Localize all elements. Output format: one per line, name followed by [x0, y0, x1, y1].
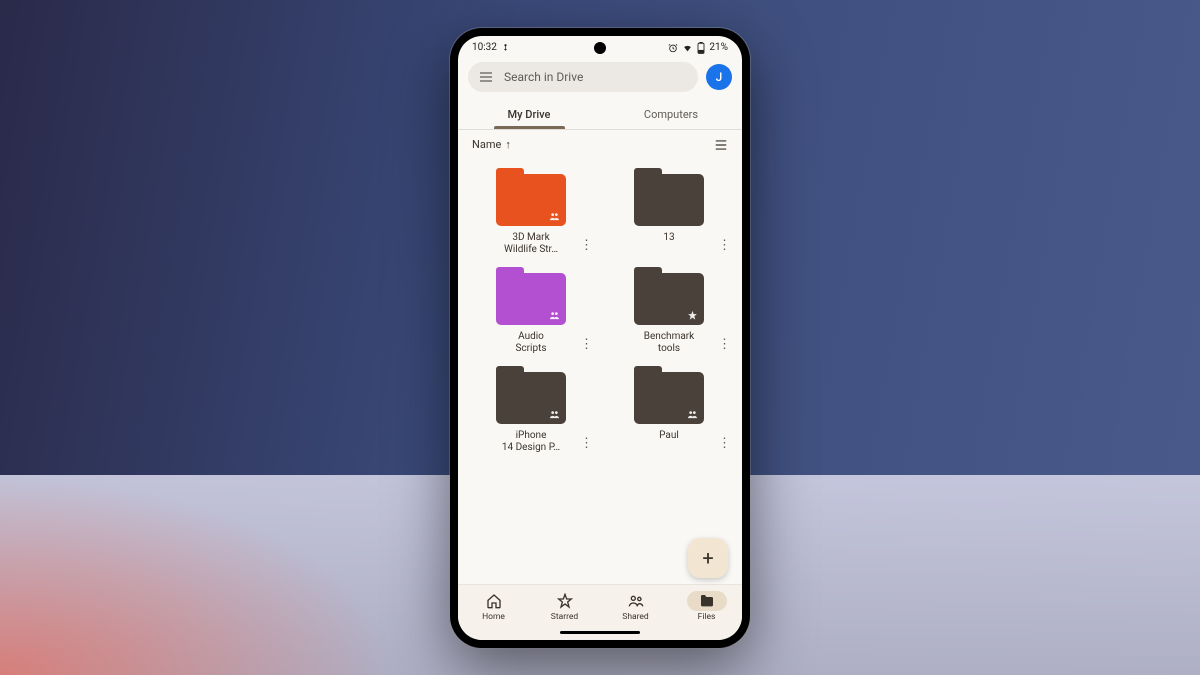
people-icon: [616, 591, 656, 611]
folder-item[interactable]: 3D MarkWildlife Str… ⋮: [462, 162, 600, 261]
camera-punch-hole: [594, 42, 606, 54]
alarm-icon: [668, 43, 678, 53]
phone-frame: 10:32 21%: [450, 28, 750, 648]
folder-item[interactable]: Paul ⋮: [600, 360, 738, 459]
nav-label: Home: [482, 612, 505, 622]
nav-people[interactable]: Shared: [600, 589, 671, 624]
status-time: 10:32: [472, 42, 497, 53]
folder-item[interactable]: iPhone14 Design P… ⋮: [462, 360, 600, 459]
new-fab[interactable]: +: [688, 538, 728, 578]
folder-label: 3D MarkWildlife Str…: [504, 232, 558, 257]
more-icon[interactable]: ⋮: [580, 343, 592, 348]
home-icon: [474, 591, 514, 611]
battery-icon: [697, 42, 705, 54]
folder-label: 13: [663, 232, 674, 245]
sort-label: Name: [472, 138, 501, 151]
more-icon[interactable]: ⋮: [580, 442, 592, 447]
tab-computers[interactable]: Computers: [600, 98, 742, 129]
folder-label: iPhone14 Design P…: [502, 430, 560, 455]
folder-icon: [630, 267, 708, 325]
arrow-up-icon: ↑: [505, 138, 511, 151]
folder-icon: [492, 168, 570, 226]
more-icon[interactable]: ⋮: [718, 343, 730, 348]
folder-label: Benchmarktools: [644, 331, 694, 356]
plus-icon: +: [702, 546, 713, 570]
shared-icon: [549, 211, 560, 222]
more-icon[interactable]: ⋮: [718, 244, 730, 249]
tab-my-drive[interactable]: My Drive: [458, 98, 600, 129]
account-avatar[interactable]: J: [706, 64, 732, 90]
search-input[interactable]: Search in Drive: [468, 62, 698, 92]
nav-star[interactable]: Starred: [529, 589, 600, 624]
shared-icon: [549, 310, 560, 321]
shared-icon: [687, 409, 698, 420]
tab-label: Computers: [644, 108, 698, 121]
nav-label: Starred: [551, 612, 578, 622]
folder-label: AudioScripts: [515, 331, 546, 356]
touch-icon: [501, 43, 510, 52]
tab-label: My Drive: [508, 108, 551, 121]
folder-icon: [492, 366, 570, 424]
shared-icon: [549, 409, 560, 420]
search-placeholder: Search in Drive: [504, 70, 583, 84]
nav-label: Shared: [622, 612, 648, 622]
folder-icon: [492, 267, 570, 325]
nav-home[interactable]: Home: [458, 589, 529, 624]
nav-label: Files: [698, 612, 716, 622]
nav-folder[interactable]: Files: [671, 589, 742, 624]
screen: 10:32 21%: [458, 36, 742, 640]
folder-grid[interactable]: 3D MarkWildlife Str… ⋮ 13 ⋮ AudioScripts…: [458, 156, 742, 584]
avatar-initial: J: [716, 70, 723, 84]
more-icon[interactable]: ⋮: [580, 244, 592, 249]
star-icon: [545, 591, 585, 611]
bottom-nav: Home Starred Shared Files: [458, 584, 742, 626]
hamburger-icon[interactable]: [478, 69, 494, 85]
status-battery-pct: 21%: [709, 42, 728, 53]
wifi-icon: [682, 43, 693, 53]
view-toggle-list-icon[interactable]: [714, 138, 728, 152]
folder-icon: [630, 366, 708, 424]
folder-item[interactable]: AudioScripts ⋮: [462, 261, 600, 360]
sort-row: Name ↑: [458, 130, 742, 156]
search-row: Search in Drive J: [458, 56, 742, 98]
drive-tabs: My Drive Computers: [458, 98, 742, 130]
star-icon: [687, 310, 698, 321]
folder-label: Paul: [659, 430, 679, 443]
home-indicator[interactable]: [458, 626, 742, 640]
more-icon[interactable]: ⋮: [718, 442, 730, 447]
folder-item[interactable]: 13 ⋮: [600, 162, 738, 261]
folder-item[interactable]: Benchmarktools ⋮: [600, 261, 738, 360]
sort-button[interactable]: Name ↑: [472, 138, 511, 151]
folder-icon: [630, 168, 708, 226]
folder-icon: [687, 591, 727, 611]
